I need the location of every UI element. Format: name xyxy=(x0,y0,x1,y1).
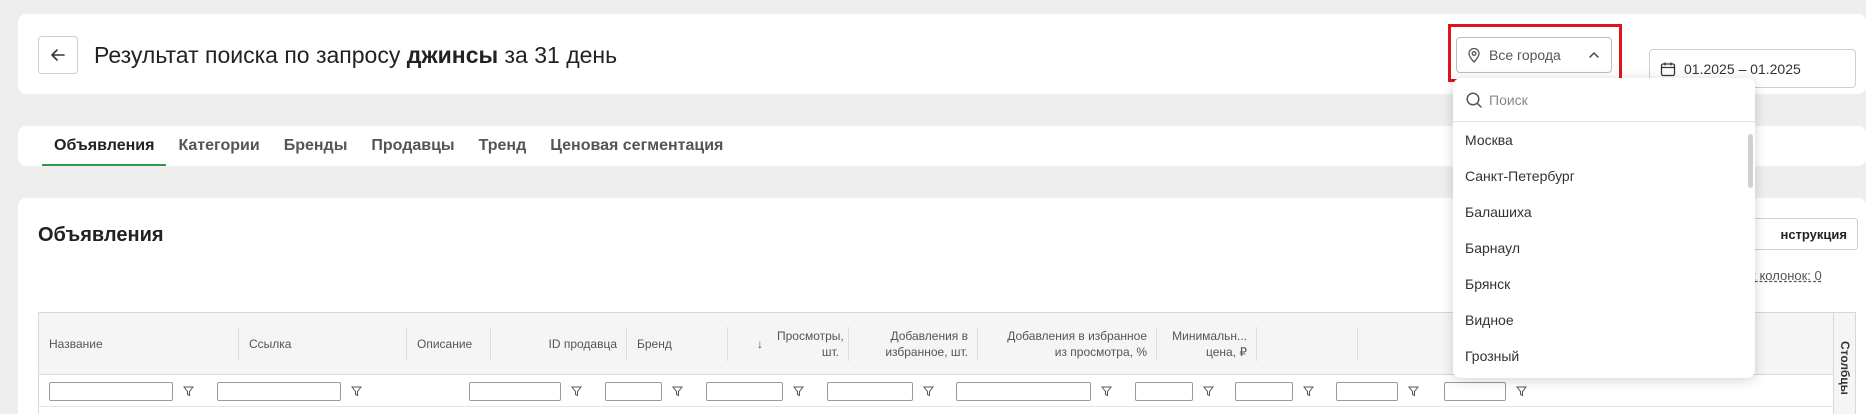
search-icon xyxy=(1466,91,1482,108)
city-option[interactable]: Брянск xyxy=(1453,266,1755,302)
filter-row xyxy=(39,375,1855,407)
column-header-label: Название xyxy=(49,336,103,351)
filter-input[interactable] xyxy=(1135,381,1193,401)
filter-cell xyxy=(217,381,362,401)
filter-icon[interactable] xyxy=(183,386,194,397)
column-header-label: Просмотры, шт. xyxy=(777,328,844,359)
filter-icon[interactable] xyxy=(571,386,582,397)
tab-categories[interactable]: Категории xyxy=(166,126,271,166)
column-header-label: ID продавца xyxy=(548,336,617,351)
filter-cell xyxy=(1135,381,1214,401)
filter-icon[interactable] xyxy=(1516,386,1527,397)
page-title: Результат поиска по запросу джинсы за 31… xyxy=(94,42,617,69)
date-filter-input[interactable] xyxy=(1444,381,1506,401)
filter-icon[interactable] xyxy=(1101,386,1112,397)
filter-cell xyxy=(469,381,582,401)
city-option[interactable]: Москва xyxy=(1453,122,1755,158)
filter-input[interactable] xyxy=(217,381,341,401)
city-dropdown: Поиск Москва Санкт-Петербург Балашиха Ба… xyxy=(1453,78,1755,378)
column-header-label: Описание xyxy=(417,336,473,351)
filter-cell xyxy=(1235,381,1314,401)
column-header-label: Добавления в избранное, шт. xyxy=(885,328,968,359)
city-option[interactable]: Грозный xyxy=(1453,338,1755,374)
column-header[interactable]: Добавления в избранное, шт. xyxy=(849,313,978,375)
filter-cell xyxy=(605,381,683,401)
filter-icon[interactable] xyxy=(672,386,683,397)
city-option[interactable]: Видное xyxy=(1453,302,1755,338)
filter-icon[interactable] xyxy=(1203,386,1214,397)
date-filter-input[interactable] xyxy=(1336,381,1398,401)
title-suffix: за 31 день xyxy=(498,42,618,68)
filter-cell xyxy=(49,381,194,401)
column-header-label: Минимальн... цена, ₽ xyxy=(1172,328,1247,359)
filter-icon[interactable] xyxy=(351,386,362,397)
city-search-field[interactable]: Поиск xyxy=(1453,78,1755,122)
column-header-label: Бренд xyxy=(637,336,672,351)
dropdown-scrollbar[interactable] xyxy=(1748,134,1753,188)
city-option[interactable]: Балашиха xyxy=(1453,194,1755,230)
city-search-placeholder: Поиск xyxy=(1489,91,1528,108)
column-header[interactable]: Минимальн... цена, ₽ xyxy=(1157,313,1257,375)
filter-input[interactable] xyxy=(956,381,1091,401)
filter-icon[interactable] xyxy=(793,386,804,397)
tab-price-segmentation[interactable]: Ценовая сегментация xyxy=(538,126,735,166)
filter-input[interactable] xyxy=(469,381,561,401)
filter-cell xyxy=(827,381,934,401)
columns-side-label: Столбцы xyxy=(1838,341,1852,395)
tab-bar: Объявления Категории Бренды Продавцы Тре… xyxy=(42,126,735,166)
filter-icon[interactable] xyxy=(1303,386,1314,397)
title-prefix: Результат поиска по запросу xyxy=(94,42,407,68)
column-header[interactable]: Описание xyxy=(407,313,491,375)
filter-cell xyxy=(706,381,804,401)
column-header[interactable]: Бренд xyxy=(627,313,728,375)
column-header-label: Добавления в избранное из просмотра, % xyxy=(1007,328,1147,359)
tab-brands[interactable]: Бренды xyxy=(272,126,360,166)
filter-cell xyxy=(956,381,1112,401)
section-title: Объявления xyxy=(38,224,164,246)
tab-trend[interactable]: Тренд xyxy=(467,126,539,166)
column-header-label: Ссылка xyxy=(249,336,292,351)
city-select-highlight xyxy=(1448,24,1622,82)
filter-icon[interactable] xyxy=(1408,386,1419,397)
column-header[interactable]: Ссылка xyxy=(239,313,407,375)
tab-sellers[interactable]: Продавцы xyxy=(359,126,466,166)
back-button[interactable] xyxy=(38,36,78,74)
city-option[interactable]: Барнаул xyxy=(1453,230,1755,266)
filter-input[interactable] xyxy=(49,381,173,401)
filter-cell xyxy=(1444,381,1527,401)
column-header[interactable]: Название xyxy=(39,313,239,375)
filter-icon[interactable] xyxy=(923,386,934,397)
title-query: джинсы xyxy=(406,42,499,68)
filter-input[interactable] xyxy=(1235,381,1293,401)
column-header[interactable] xyxy=(1358,313,1466,375)
sort-arrow-icon: ↓ xyxy=(757,336,763,351)
column-header[interactable]: Добавления в избранное из просмотра, % xyxy=(978,313,1157,375)
city-option[interactable]: Санкт-Петербург xyxy=(1453,158,1755,194)
tab-listings[interactable]: Объявления xyxy=(42,126,167,166)
column-header[interactable]: ↓ Просмотры, шт. xyxy=(728,313,849,375)
column-header[interactable] xyxy=(1257,313,1358,375)
arrow-left-icon xyxy=(51,49,65,61)
filter-input[interactable] xyxy=(605,381,662,401)
columns-side-panel[interactable]: Столбцы xyxy=(1833,313,1855,414)
filter-input[interactable] xyxy=(706,381,783,401)
calendar-icon xyxy=(1660,62,1676,76)
filter-cell xyxy=(1336,381,1419,401)
filter-input[interactable] xyxy=(827,381,913,401)
column-header[interactable]: ID продавца xyxy=(491,313,627,375)
date-range-label: 01.2025 – 01.2025 xyxy=(1684,60,1801,77)
